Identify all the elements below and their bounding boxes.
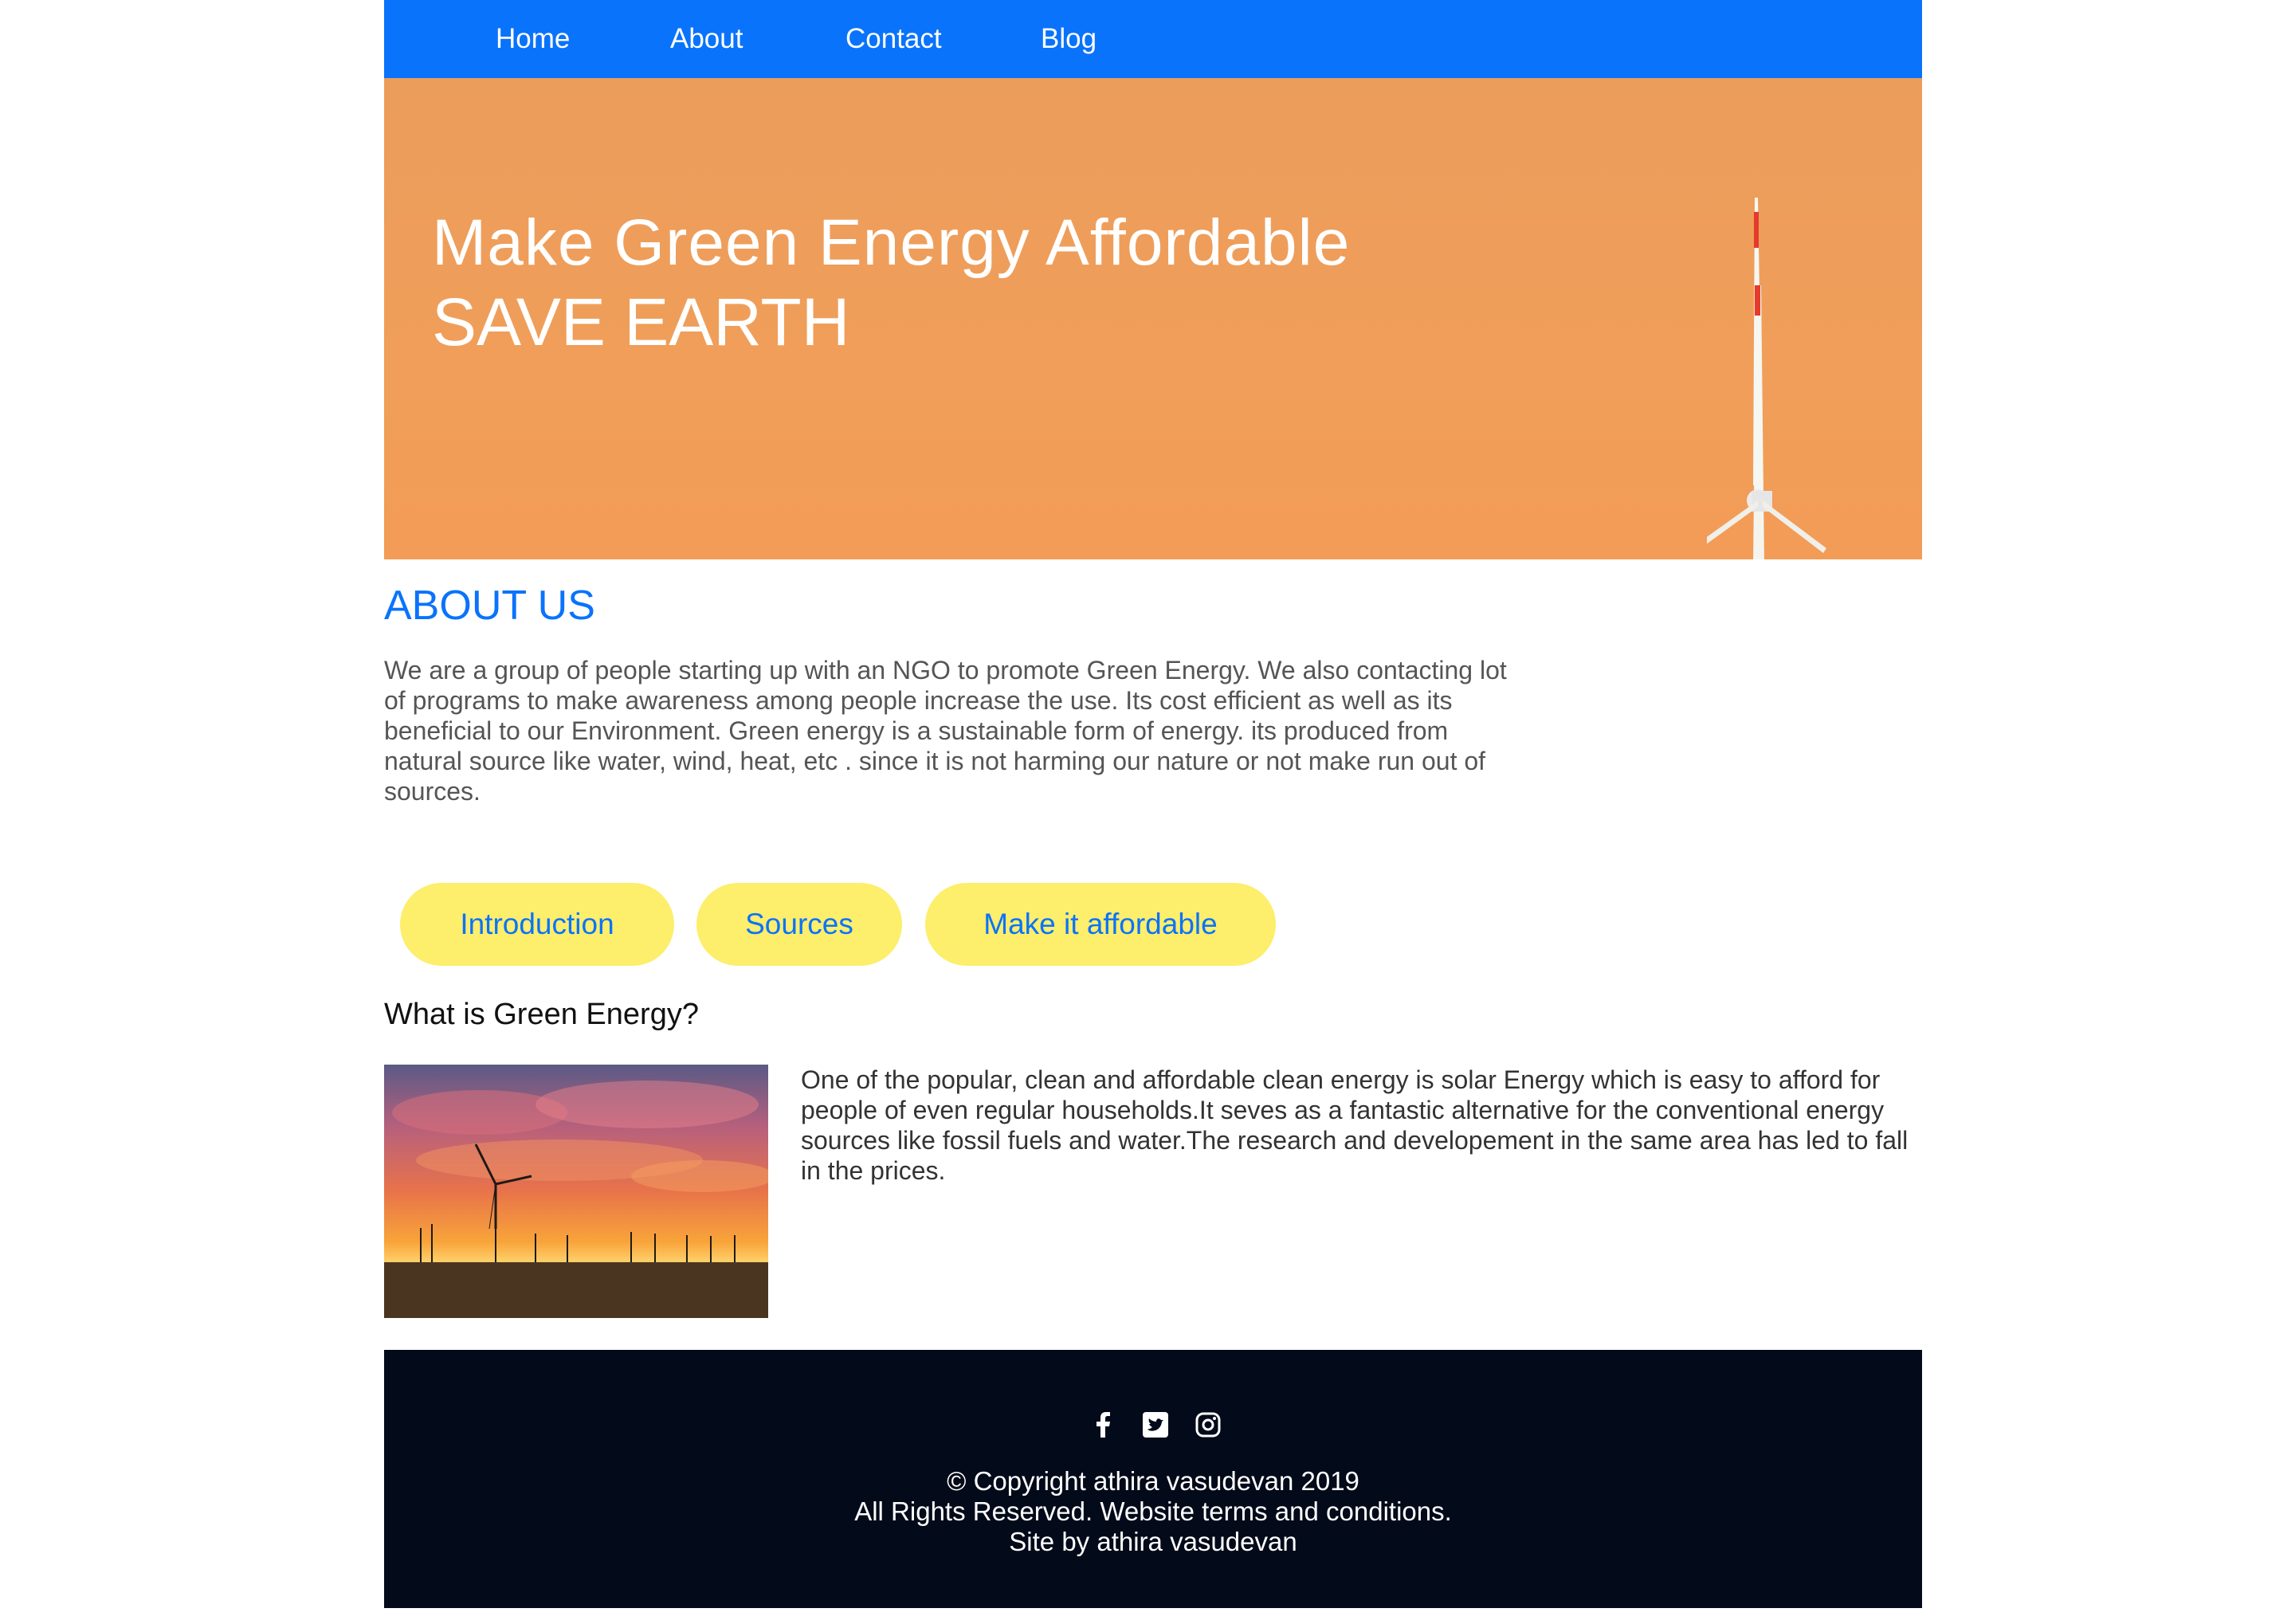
twitter-icon[interactable] bbox=[1140, 1409, 1171, 1441]
nav-item-home[interactable]: Home bbox=[496, 0, 570, 78]
footer-credit: Site by athira vasudevan bbox=[1009, 1527, 1297, 1556]
nav-item-about[interactable]: About bbox=[670, 0, 743, 78]
nav-item-blog[interactable]: Blog bbox=[1041, 0, 1096, 78]
about-paragraph: We are a group of people starting up wit… bbox=[384, 656, 1507, 806]
footer: © Copyright athira vasudevan 2019 All Ri… bbox=[384, 1350, 1922, 1608]
instagram-icon[interactable] bbox=[1192, 1409, 1224, 1441]
make-it-affordable-button[interactable]: Make it affordable bbox=[925, 883, 1276, 966]
wind-farm-sunset-photo-icon bbox=[384, 1065, 768, 1318]
hero-banner: Make Green Energy Affordable SAVE EARTH bbox=[384, 78, 1922, 559]
section-title: What is Green Energy? bbox=[384, 998, 699, 1031]
wind-turbine-illustration bbox=[1707, 198, 1826, 559]
footer-copyright: © Copyright athira vasudevan 2019 bbox=[947, 1466, 1359, 1496]
facebook-icon[interactable] bbox=[1088, 1409, 1120, 1441]
nav-item-contact[interactable]: Contact bbox=[845, 0, 942, 78]
introduction-button[interactable]: Introduction bbox=[400, 883, 674, 966]
sources-button[interactable]: Sources bbox=[696, 883, 902, 966]
green-energy-paragraph: One of the popular, clean and affordable… bbox=[801, 1065, 1909, 1185]
hero-title: Make Green Energy Affordable bbox=[432, 206, 1351, 279]
page: Home About Contact Blog Make Green Energ… bbox=[384, 0, 1922, 1624]
about-heading: ABOUT US bbox=[384, 583, 595, 629]
top-navigation-bar: Home About Contact Blog bbox=[384, 0, 1922, 78]
wind-farm-photo bbox=[384, 1065, 768, 1318]
footer-rights: All Rights Reserved. Website terms and c… bbox=[854, 1497, 1452, 1526]
hero-subtitle: SAVE EARTH bbox=[432, 284, 850, 359]
